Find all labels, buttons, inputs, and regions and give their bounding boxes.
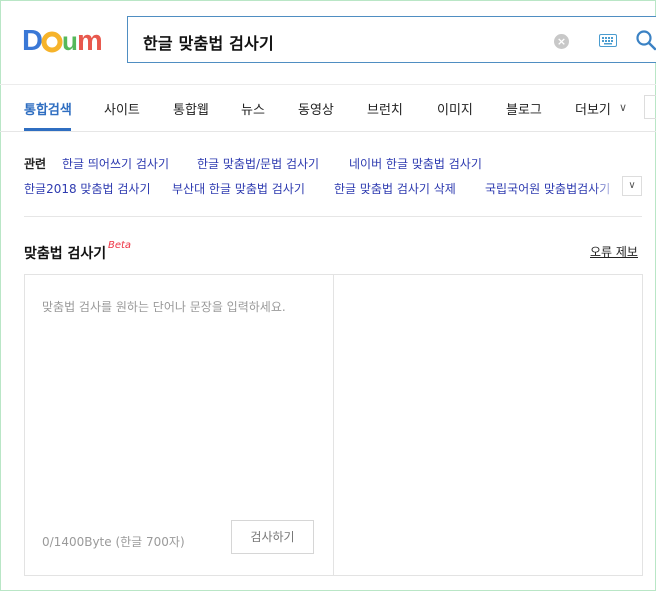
related-searches-label: 관련 — [24, 157, 47, 171]
report-error-link[interactable]: 오류 제보 — [590, 243, 638, 260]
svg-text:D: D — [22, 25, 43, 55]
chevron-down-icon[interactable]: ∨ — [619, 101, 627, 114]
tab-more[interactable]: 더보기 — [575, 99, 611, 118]
beta-badge: Beta — [108, 240, 132, 251]
tab-site[interactable]: 사이트 — [104, 99, 140, 118]
daum-logo[interactable]: D u m — [22, 25, 108, 55]
tab-web[interactable]: 통합웹 — [173, 99, 209, 118]
tab-scroll-edge — [644, 95, 656, 119]
related-search-link[interactable]: 부산대 한글 맞춤법 검사기 — [172, 180, 305, 197]
tab-blog[interactable]: 블로그 — [506, 99, 542, 118]
tab-video[interactable]: 동영상 — [298, 99, 334, 118]
related-search-link[interactable]: 한글 맞춤법 검사기 삭제 — [334, 180, 456, 197]
related-search-link[interactable]: 한글2018 맞춤법 검사기 — [24, 180, 151, 197]
related-expand-button[interactable]: ∨ — [622, 176, 642, 196]
svg-text:u: u — [62, 26, 78, 55]
keyboard-icon[interactable] — [599, 34, 617, 47]
search-icon[interactable] — [635, 29, 656, 51]
chevron-down-icon: ∨ — [628, 180, 636, 191]
tab-news[interactable]: 뉴스 — [241, 99, 265, 118]
spellcheck-input[interactable]: 맞춤법 검사를 원하는 단어나 문장을 입력하세요. — [42, 298, 286, 315]
search-tabs: 통합검색 사이트 통합웹 뉴스 동영상 브런치 이미지 블로그 더보기 ∨ — [0, 85, 656, 131]
related-fade — [594, 176, 620, 198]
spellcheck-title: 맞춤법 검사기 — [24, 246, 107, 262]
related-search-link[interactable]: 한글 띄어쓰기 검사기 — [62, 155, 169, 172]
spellcheck-panel-divider — [333, 274, 334, 576]
tab-images[interactable]: 이미지 — [437, 99, 473, 118]
tab-integrated-search[interactable]: 통합검색 — [24, 99, 72, 118]
search-input[interactable]: 한글 맞춤법 검사기 — [143, 30, 274, 54]
byte-counter: 0/1400Byte (한글 700자) — [42, 535, 185, 549]
check-spelling-button[interactable]: 검사하기 — [231, 520, 314, 554]
clear-icon[interactable]: × — [554, 34, 569, 49]
tab-brunch[interactable]: 브런치 — [367, 99, 403, 118]
search-box[interactable]: 한글 맞춤법 검사기 × — [127, 16, 656, 63]
svg-text:m: m — [77, 25, 103, 55]
related-search-link[interactable]: 한글 맞춤법/문법 검사기 — [197, 155, 319, 172]
related-search-link[interactable]: 네이버 한글 맞춤법 검사기 — [349, 155, 482, 172]
section-divider — [24, 216, 642, 217]
tabs-divider — [0, 131, 656, 132]
